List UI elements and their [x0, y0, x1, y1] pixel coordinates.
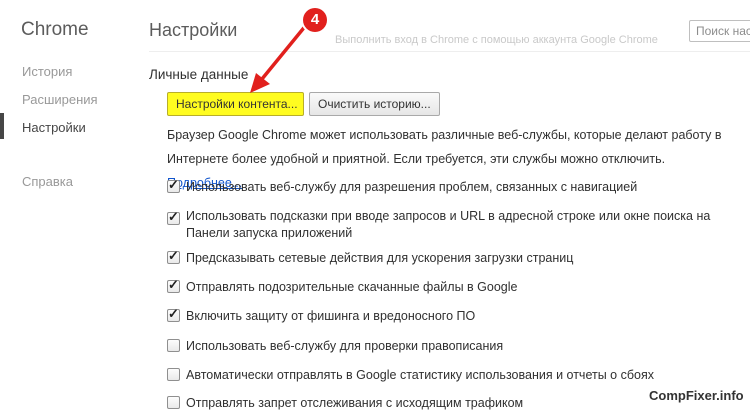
search-input[interactable] [689, 20, 750, 42]
checkmark-icon: ✓ [168, 306, 179, 321]
header-divider [149, 51, 750, 52]
option-label[interactable]: Использовать подсказки при вводе запросо… [186, 208, 726, 242]
option-label[interactable]: Использовать веб-службу для проверки пра… [186, 338, 726, 354]
checkbox[interactable] [167, 339, 180, 352]
content-settings-button[interactable]: Настройки контента... [167, 92, 304, 116]
checkmark-icon: ✓ [168, 177, 179, 192]
option-label[interactable]: Использовать веб-службу для разрешения п… [186, 179, 726, 195]
checkmark-icon: ✓ [168, 277, 179, 292]
checkbox[interactable] [167, 368, 180, 381]
checkmark-icon: ✓ [168, 209, 179, 224]
option-label[interactable]: Автоматически отправлять в Google статис… [186, 367, 726, 383]
page-title: Настройки [149, 20, 238, 40]
checkbox[interactable] [167, 396, 180, 409]
section-title: Личные данные [149, 67, 249, 82]
step-number-badge: 4 [303, 8, 327, 32]
watermark: CompFixer.info [649, 388, 744, 403]
checkbox[interactable]: ✓ [167, 248, 180, 264]
checkbox[interactable]: ✓ [167, 177, 180, 193]
option-label[interactable]: Предсказывать сетевые действия для ускор… [186, 250, 726, 266]
checkbox[interactable]: ✓ [167, 277, 180, 293]
checkmark-icon: ✓ [168, 248, 179, 263]
option-label[interactable]: Отправлять подозрительные скачанные файл… [186, 279, 726, 295]
checkbox[interactable]: ✓ [167, 209, 180, 225]
clear-history-button[interactable]: Очистить историю... [309, 92, 440, 116]
option-label[interactable]: Включить защиту от фишинга и вредоносног… [186, 308, 726, 324]
description-text: Браузер Google Chrome может использовать… [167, 128, 722, 166]
checkbox[interactable]: ✓ [167, 306, 180, 322]
option-label[interactable]: Отправлять запрет отслеживания с исходящ… [186, 395, 726, 411]
settings-page: Настройки Выполнить вход в Chrome с помо… [0, 0, 750, 412]
signin-hint: Выполнить вход в Chrome с помощью аккаун… [335, 34, 658, 46]
